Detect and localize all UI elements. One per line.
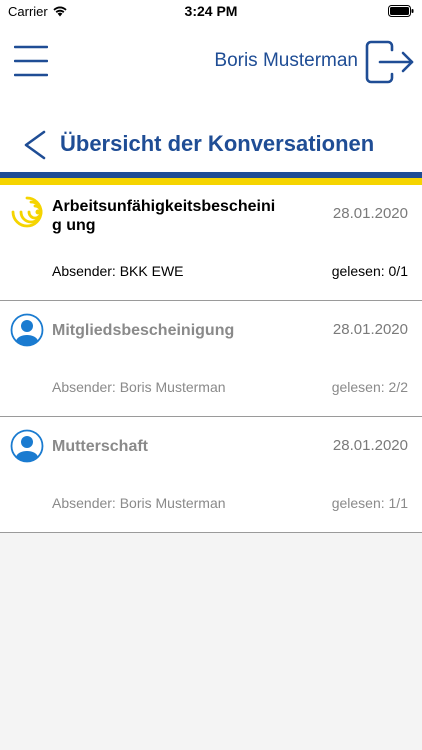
- conversation-sender: Absender: Boris Musterman: [52, 495, 226, 511]
- conversation-date: 28.01.2020: [332, 321, 408, 338]
- app-screen: Carrier 3:24 PM Boris Musterman Übersich…: [0, 0, 422, 750]
- page-title: Übersicht der Konversationen: [60, 131, 375, 156]
- conversation-item[interactable]: Arbeitsunfähigkeitsbescheinig ung 28.01.…: [0, 185, 422, 301]
- user-avatar-icon: [10, 429, 44, 463]
- conversation-subject: Mitgliedsbescheinigung: [52, 322, 235, 339]
- conversation-item[interactable]: Mitgliedsbescheinigung 28.01.2020 Absend…: [0, 301, 422, 417]
- conversation-read-status: gelesen: 2/2: [331, 379, 408, 395]
- conversation-date: 28.01.2020: [332, 205, 408, 222]
- conversation-sender: Absender: Boris Musterman: [52, 379, 226, 395]
- conversation-item[interactable]: Mutterschaft 28.01.2020 Absender: Boris …: [0, 417, 422, 533]
- user-name: Boris Musterman: [214, 50, 358, 71]
- conversation-subject: Arbeitsunfähigkeitsbescheinig ung: [52, 198, 276, 234]
- conversation-list: Arbeitsunfähigkeitsbescheinig ung 28.01.…: [0, 185, 422, 533]
- conversation-read-status: gelesen: 1/1: [331, 495, 408, 511]
- user-avatar-icon: [10, 313, 44, 347]
- conversation-subject: Mutterschaft: [52, 438, 149, 455]
- conversation-date: 28.01.2020: [332, 437, 408, 454]
- hamburger-menu-icon[interactable]: [14, 44, 48, 78]
- logout-icon[interactable]: [364, 40, 416, 84]
- bkk-logo-icon: [11, 196, 43, 228]
- conversation-sender: Absender: BKK EWE: [52, 263, 184, 279]
- conversation-read-status: gelesen: 0/1: [331, 263, 408, 279]
- battery-icon: [388, 5, 414, 17]
- clock-label: 3:24 PM: [184, 3, 238, 19]
- status-bar: Carrier 3:24 PM: [0, 0, 422, 22]
- back-chevron-icon[interactable]: [22, 130, 48, 160]
- app-header: Boris Musterman: [0, 22, 422, 100]
- title-bar: Übersicht der Konversationen: [0, 100, 422, 172]
- brand-stripe-yellow: [0, 178, 422, 185]
